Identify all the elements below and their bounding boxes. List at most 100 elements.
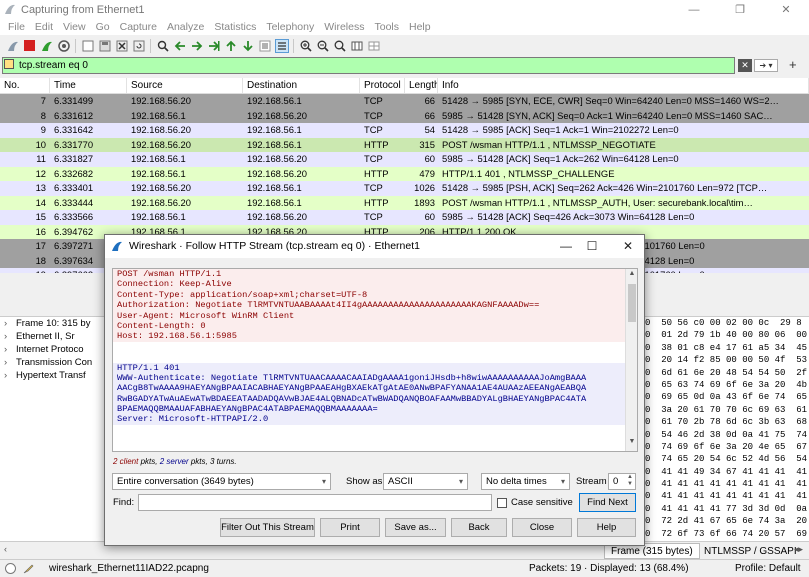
filter-out-stream-button[interactable]: Filter Out This Stream [220,518,315,537]
clear-filter-icon[interactable]: ✕ [738,59,752,72]
add-filter-button-icon[interactable]: + [789,57,797,72]
maximize-button[interactable]: ❐ [717,0,763,19]
column-header-destination[interactable]: Destination [243,78,360,93]
apply-filter-icon[interactable]: ➔ ▾ [754,59,778,72]
minimize-button[interactable]: — [671,0,717,19]
menu-statistics[interactable]: Statistics [214,21,256,33]
column-header-protocol[interactable]: Protocol [360,78,405,93]
capture-status-icon[interactable] [5,563,16,577]
menu-view[interactable]: View [63,21,86,33]
stream-number-spinbox[interactable]: 0 ▲ ▼ [608,473,636,490]
packet-row[interactable]: 11 6.331827 192.168.56.1 192.168.56.20 TCP 60… [0,152,809,167]
conversation-select[interactable]: Entire conversation (3649 bytes) ▾ [112,473,331,490]
close-button[interactable]: Close [512,518,572,537]
scroll-down-icon[interactable]: ▼ [626,438,637,450]
show-as-select[interactable]: ASCII ▾ [383,473,468,490]
packet-row[interactable]: 14 6.333444 192.168.56.20 192.168.56.1 HTTP 1… [0,195,809,210]
expand-arrow-icon[interactable]: › [4,330,16,343]
find-next-button[interactable]: Find Next [579,493,636,512]
filter-bookmark-icon[interactable] [4,59,14,69]
column-header-no[interactable]: No. [0,78,50,93]
first-packet-icon[interactable] [224,39,238,53]
menu-tools[interactable]: Tools [374,21,399,33]
delta-times-select[interactable]: No delta times ▾ [481,473,570,490]
scrollbar-thumb[interactable] [628,284,636,322]
tab-ntlmssp[interactable]: NTLMSSP / GSSAPI D [697,543,809,573]
menu-wireless[interactable]: Wireless [324,21,364,33]
bytes-row: 0 41 41 41 41 41 41 41 41 41 4 [645,491,809,502]
go-forward-icon[interactable] [190,39,204,53]
resize-columns-icon[interactable] [350,39,364,53]
packet-row[interactable]: 15 6.333566 192.168.56.1 192.168.56.20 TCP 60… [0,210,809,225]
last-packet-icon[interactable] [241,39,255,53]
close-window-button[interactable]: ✕ [763,0,809,19]
go-back-icon[interactable] [173,39,187,53]
menu-help[interactable]: Help [409,21,431,33]
zoom-in-icon[interactable] [299,39,313,53]
dialog-close-button[interactable]: ✕ [618,237,638,255]
colorize-icon[interactable] [274,38,289,53]
packet-row[interactable]: 7 6.331499 192.168.56.20 192.168.56.1 TCP 66 5… [0,94,809,109]
case-sensitive-label: Case sensitive [511,497,573,508]
menu-telephony[interactable]: Telephony [266,21,314,33]
dialog-minimize-button[interactable]: — [556,237,576,255]
bytes-row: 0 38 01 c8 e4 17 61 a5 34 45 7 [645,342,809,353]
packet-row[interactable]: 12 6.332682 192.168.56.1 192.168.56.20 HTTP 4… [0,166,809,181]
capture-options-icon[interactable] [57,39,71,53]
layout-grid-icon[interactable] [367,39,381,53]
save-file-icon[interactable] [98,39,112,53]
open-file-icon[interactable] [81,39,95,53]
stream-scrollbar[interactable]: ▲ ▼ [625,269,637,451]
menu-capture[interactable]: Capture [120,21,157,33]
auto-scroll-icon[interactable] [258,39,272,53]
scroll-left-icon[interactable]: ‹ [4,544,7,554]
comments-icon[interactable] [23,563,34,577]
profile-status[interactable]: Profile: Default [735,560,801,577]
go-to-packet-icon[interactable] [207,39,221,53]
dialog-maximize-button[interactable]: ☐ [582,237,602,255]
find-input[interactable] [138,494,492,511]
tabs-scroll-icon[interactable]: ◂▸ [794,544,803,555]
stream-line: Connection: Keep-Alive [113,279,625,290]
packet-cell-no: 12 [35,167,46,179]
normal-size-icon[interactable] [333,39,347,53]
menu-file[interactable]: File [8,21,25,33]
packet-cell-dst: 192.168.56.20 [247,167,307,179]
expand-arrow-icon[interactable]: › [4,343,16,356]
menu-analyze[interactable]: Analyze [167,21,204,33]
column-header-info[interactable]: Info [438,78,809,93]
menu-go[interactable]: Go [96,21,110,33]
case-sensitive-checkbox[interactable] [497,498,507,508]
start-capture-icon[interactable] [6,39,20,53]
stream-content[interactable]: POST /wsman HTTP/1.1 Connection: Keep-Ali… [112,268,638,452]
column-header-length[interactable]: Length [405,78,438,93]
expand-arrow-icon[interactable]: › [4,369,16,382]
stop-capture-icon[interactable] [23,39,37,53]
packet-row[interactable]: 9 6.331642 192.168.56.20 192.168.56.1 TCP 54 5… [0,123,809,138]
display-filter-input[interactable]: tcp.stream eq 0 [2,57,735,74]
packet-cell-info: 51428 → 5985 [ACK] Seq=1 Ack=1 Win=21022… [442,124,679,135]
packet-cell-no: 13 [35,182,46,193]
column-header-time[interactable]: Time [50,78,127,93]
reload-file-icon[interactable] [132,39,146,53]
scroll-up-icon[interactable]: ▲ [626,270,637,282]
bytes-row: 0 41 41 41 41 77 3d 3d 0d 0a 5 [645,503,809,514]
spin-arrows-icon[interactable]: ▲ ▼ [627,474,633,488]
packet-row[interactable]: 13 6.333401 192.168.56.20 192.168.56.1 TCP 10… [0,181,809,196]
save-as-button[interactable]: Save as... [385,518,446,537]
packet-row[interactable]: 8 6.331612 192.168.56.1 192.168.56.20 TCP 66 5… [0,108,809,123]
help-button[interactable]: Help [577,518,636,537]
packet-cell-src: 192.168.56.20 [131,196,191,208]
find-packet-icon[interactable] [156,39,170,53]
back-button[interactable]: Back [451,518,507,537]
close-file-icon[interactable] [115,39,129,53]
menu-edit[interactable]: Edit [35,21,53,33]
restart-capture-icon[interactable] [40,39,54,53]
expand-arrow-icon[interactable]: › [4,317,16,330]
expand-arrow-icon[interactable]: › [4,356,16,369]
packet-row[interactable]: 10 6.331770 192.168.56.20 192.168.56.1 HTTP 3… [0,137,809,152]
stream-line: User-Agent: Microsoft WinRM Client [113,310,625,321]
column-header-source[interactable]: Source [127,78,243,93]
print-button[interactable]: Print [320,518,380,537]
zoom-out-icon[interactable] [316,39,330,53]
